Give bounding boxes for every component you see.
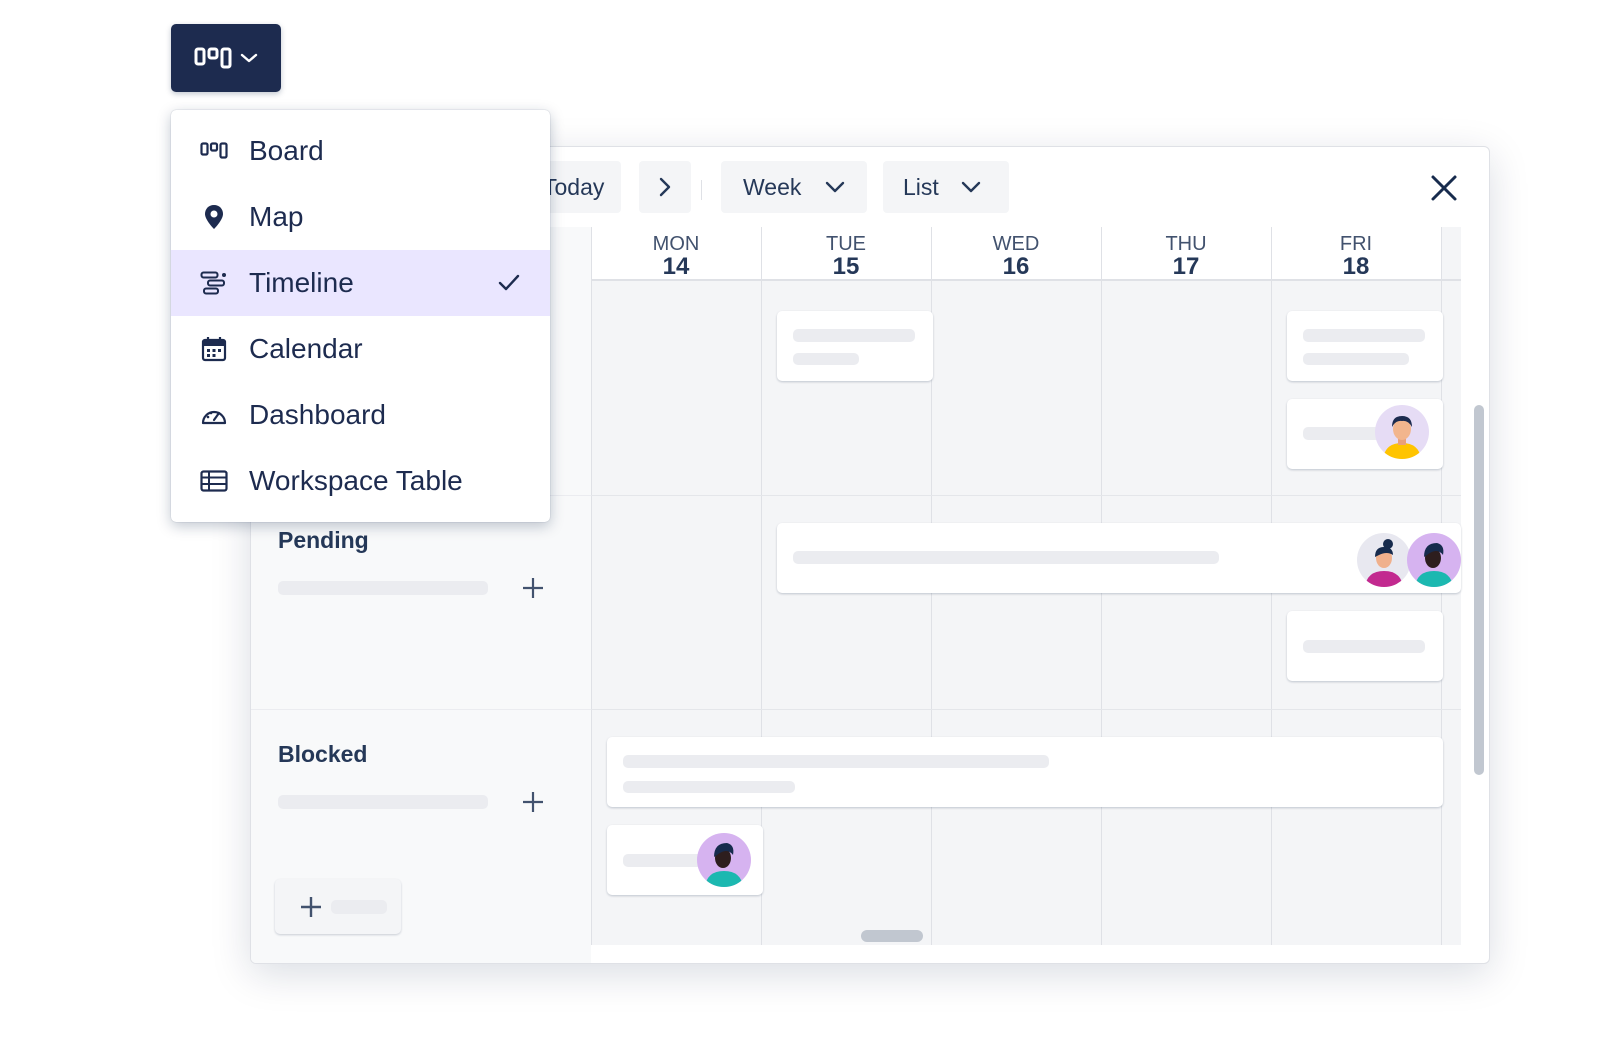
plus-icon: [301, 897, 321, 917]
board-icon: [194, 47, 232, 69]
grid-line: [591, 709, 1461, 710]
board-icon: [199, 136, 229, 166]
toolbar-divider: [701, 180, 702, 200]
task-card[interactable]: [1287, 611, 1443, 681]
placeholder-bar: [278, 581, 488, 595]
today-label: Today: [543, 173, 605, 200]
chevron-right-icon: [659, 177, 671, 197]
avatar: [697, 833, 751, 887]
group-title-blocked: Blocked: [278, 741, 368, 767]
menu-item-label: Timeline: [249, 267, 354, 298]
menu-item-timeline[interactable]: Timeline: [171, 250, 550, 316]
table-icon: [199, 466, 229, 496]
map-pin-icon: [199, 202, 229, 232]
menu-item-label: Calendar: [249, 333, 363, 364]
placeholder-bar: [793, 353, 859, 365]
day-header-wed: WED 16: [931, 227, 1101, 279]
task-card[interactable]: [1287, 311, 1443, 381]
week-label: Week: [743, 173, 802, 200]
group-title-pending: Pending: [278, 527, 369, 553]
menu-item-board[interactable]: Board: [171, 118, 550, 184]
person-icon: [1365, 539, 1403, 587]
placeholder-bar: [623, 781, 795, 793]
chevron-down-icon: [961, 181, 980, 193]
list-select[interactable]: List: [883, 161, 1009, 213]
placeholder-bar: [793, 551, 1219, 564]
menu-item-label: Workspace Table: [249, 465, 463, 496]
add-group-button[interactable]: [275, 879, 401, 934]
chevron-down-icon: [240, 53, 258, 63]
list-label: List: [903, 173, 939, 200]
horizontal-scrollbar[interactable]: [861, 930, 923, 942]
placeholder-bar: [793, 329, 915, 342]
task-card[interactable]: [777, 523, 1461, 593]
day-header-thu: THU 17: [1101, 227, 1271, 279]
check-icon: [498, 274, 520, 291]
menu-item-map[interactable]: Map: [171, 184, 550, 250]
task-card[interactable]: [607, 737, 1443, 807]
menu-item-label: Dashboard: [249, 399, 386, 430]
person-icon: [705, 843, 743, 887]
placeholder-bar: [331, 900, 387, 914]
day-header-mon: MON 14: [591, 227, 761, 279]
person-icon: [1415, 543, 1453, 587]
placeholder-bar: [278, 795, 488, 809]
placeholder-bar: [1303, 329, 1425, 342]
next-button[interactable]: [639, 161, 691, 213]
placeholder-bar: [1303, 640, 1425, 653]
task-card[interactable]: [607, 825, 763, 895]
menu-item-label: Board: [249, 135, 324, 166]
menu-item-dashboard[interactable]: Dashboard: [171, 382, 550, 448]
menu-item-workspace-table[interactable]: Workspace Table: [171, 448, 550, 514]
grid-line: [591, 279, 1461, 281]
day-header-tue: TUE 15: [761, 227, 931, 279]
avatar: [1375, 405, 1429, 459]
chevron-down-icon: [826, 181, 845, 193]
view-menu: Board Map Timeline Calendar Dashboard Wo…: [171, 110, 550, 522]
calendar-grid: MON 14 TUE 15 WED 16 THU 17 FRI 18: [591, 227, 1461, 945]
placeholder-bar: [623, 755, 1049, 768]
dashboard-icon: [199, 400, 229, 430]
vertical-scrollbar[interactable]: [1474, 405, 1484, 775]
week-select[interactable]: Week: [721, 161, 867, 213]
avatar: [1407, 533, 1461, 587]
grid-line: [591, 495, 1461, 496]
task-card[interactable]: [1287, 399, 1443, 469]
plus-icon[interactable]: [521, 790, 545, 814]
task-card[interactable]: [777, 311, 933, 381]
close-icon[interactable]: [1427, 171, 1461, 205]
group-divider: [251, 709, 591, 710]
placeholder-bar: [1303, 353, 1409, 365]
day-header-fri: FRI 18: [1271, 227, 1441, 279]
avatar: [1357, 533, 1411, 587]
timeline-icon: [199, 268, 229, 298]
view-switcher-button[interactable]: [171, 24, 281, 92]
plus-icon[interactable]: [521, 576, 545, 600]
menu-item-label: Map: [249, 201, 304, 232]
calendar-icon: [199, 334, 229, 364]
menu-item-calendar[interactable]: Calendar: [171, 316, 550, 382]
person-icon: [1383, 416, 1421, 459]
grid-line: [591, 227, 592, 945]
